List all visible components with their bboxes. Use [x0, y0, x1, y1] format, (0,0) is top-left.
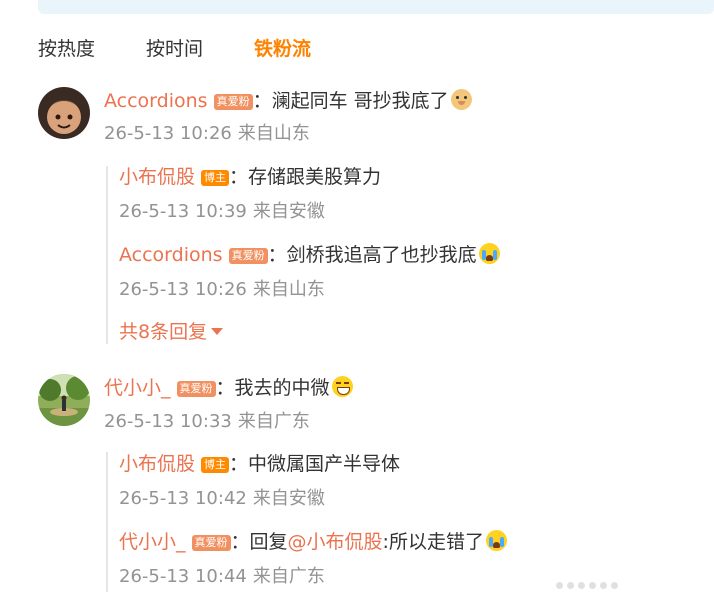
reply-meta: 26-5-13 10:42 来自安徽 — [119, 487, 325, 511]
mention-link[interactable]: @小布侃股 — [288, 531, 383, 553]
tab-time[interactable]: 按时间 — [146, 36, 203, 62]
tab-hot[interactable]: 按热度 — [38, 36, 95, 62]
avatar-park-icon — [38, 374, 90, 426]
watermark-dot-icon — [578, 581, 585, 589]
doge-icon — [450, 89, 472, 110]
comment-text: ：澜起同车 哥抄我底了 — [252, 90, 449, 112]
top-banner — [38, 0, 714, 14]
username[interactable]: 小布侃股 — [119, 453, 195, 475]
timestamp: 26-5-13 10:44 — [119, 566, 247, 587]
comment-text: ：我去的中微 — [215, 377, 330, 399]
more-replies-link[interactable]: 共8条回复 — [119, 319, 224, 345]
crying-icon — [478, 243, 500, 264]
location: 来自安徽 — [252, 201, 325, 222]
username[interactable]: 代小小_ — [104, 377, 171, 399]
username[interactable]: 代小小_ — [119, 531, 186, 553]
timestamp: 26-5-13 10:26 — [119, 279, 247, 300]
reply-line: Accordions 真爱粉 ：剑桥我追高了也抄我底 — [119, 242, 500, 268]
reply-meta: 26-5-13 10:26 来自山东 — [119, 278, 325, 302]
reply-meta: 26-5-13 10:39 来自安徽 — [119, 200, 325, 224]
timestamp: 26-5-13 10:26 — [104, 123, 232, 144]
blogger-badge: 博主 — [201, 170, 230, 186]
reply-line: 代小小_ 真爱粉 ：回复@小布侃股:所以走错了 — [119, 529, 507, 555]
reply-divider — [106, 166, 108, 344]
true-fan-badge: 真爱粉 — [176, 381, 216, 397]
true-fan-badge: 真爱粉 — [191, 535, 231, 551]
timestamp: 26-5-13 10:33 — [104, 411, 232, 432]
reply-text-prefix: ：回复 — [230, 531, 288, 553]
watermark-dot-icon — [589, 581, 596, 589]
reply-text: ：存储跟美股算力 — [229, 166, 382, 188]
blogger-badge: 博主 — [201, 457, 230, 473]
true-fan-badge: 真爱粉 — [213, 94, 253, 110]
tab-iron-fans[interactable]: 铁粉流 — [254, 36, 311, 62]
reply-text: ：剑桥我追高了也抄我底 — [267, 244, 477, 266]
location: 来自山东 — [237, 123, 310, 144]
username[interactable]: Accordions — [104, 90, 208, 112]
reply-text-suffix: :所以走错了 — [382, 531, 484, 553]
reply-text: ：中微属国产半导体 — [229, 453, 401, 475]
watermark-dot-icon — [600, 581, 607, 589]
comment-main-line: 代小小_ 真爱粉 ：我去的中微 — [104, 375, 353, 401]
comment-main-line: Accordions 真爱粉 ：澜起同车 哥抄我底了 — [104, 88, 472, 114]
avatar[interactable] — [38, 87, 90, 139]
crying-icon — [485, 530, 507, 551]
comment-meta: 26-5-13 10:26 来自山东 — [104, 122, 310, 146]
reply-line: 小布侃股 博主 ：存储跟美股算力 — [119, 164, 381, 190]
watermark-dot-icon — [611, 581, 618, 589]
location: 来自广东 — [252, 566, 325, 587]
avatar[interactable] — [38, 374, 90, 426]
reply-line: 小布侃股 博主 ：中微属国产半导体 — [119, 451, 400, 477]
watermark — [556, 576, 706, 594]
more-replies-label: 共8条回复 — [119, 321, 208, 343]
location: 来自安徽 — [252, 488, 325, 509]
watermark-dot-icon — [567, 581, 574, 589]
username[interactable]: 小布侃股 — [119, 166, 195, 188]
timestamp: 26-5-13 10:42 — [119, 488, 247, 509]
true-fan-badge: 真爱粉 — [228, 248, 268, 264]
reply-divider — [106, 452, 108, 592]
reply-meta: 26-5-13 10:44 来自广东 — [119, 565, 325, 589]
laughing-icon — [331, 376, 353, 397]
comment-meta: 26-5-13 10:33 来自广东 — [104, 410, 310, 434]
watermark-dot-icon — [556, 581, 563, 589]
caret-down-icon — [211, 328, 224, 335]
location: 来自山东 — [252, 279, 325, 300]
timestamp: 26-5-13 10:39 — [119, 201, 247, 222]
avatar-cartoon-icon — [38, 87, 90, 139]
location: 来自广东 — [237, 411, 310, 432]
username[interactable]: Accordions — [119, 244, 223, 266]
